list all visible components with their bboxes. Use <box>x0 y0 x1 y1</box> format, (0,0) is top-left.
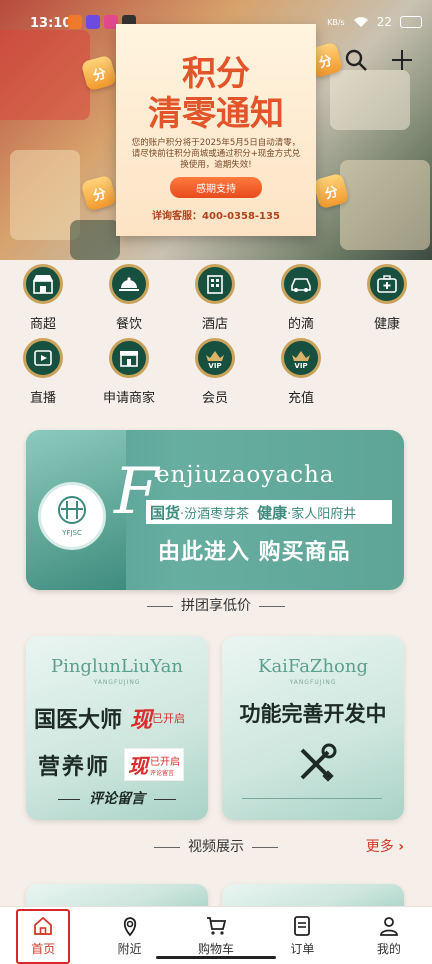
search-icon[interactable] <box>344 48 368 72</box>
card-footer: 评论留言 <box>89 791 145 807</box>
banner-tag-family: ·家人阳府井 <box>287 506 357 522</box>
support-button[interactable]: 感期支持 <box>170 177 262 198</box>
category-label: 健康 <box>373 317 400 332</box>
order-list-icon <box>294 916 311 936</box>
category-item[interactable]: 商超 <box>0 264 86 332</box>
cart-icon <box>207 917 227 935</box>
vip-crown-icon: VIP <box>292 351 310 369</box>
tab-label: 订单 <box>290 942 315 956</box>
more-label: 更多 <box>365 839 394 855</box>
category-label: 的滴 <box>287 317 314 332</box>
tab-mine[interactable]: 我的 <box>346 907 432 964</box>
wrench-screwdriver-icon <box>300 743 337 782</box>
card-line1: 功能完善开发中 <box>239 702 387 726</box>
category-label: 申请商家 <box>102 391 155 406</box>
category-item[interactable]: 直播 <box>0 338 86 406</box>
banner-cta[interactable]: 由此进入 购买商品 <box>158 534 351 566</box>
service-phone: 详询客服：400-0358-135 <box>152 211 280 222</box>
notice-title-line2: 清零通知 <box>148 94 284 134</box>
category-label: 酒店 <box>201 317 228 332</box>
category-item[interactable]: 的滴 <box>258 264 344 332</box>
section-group-buy-header: 拼团享低价 <box>0 595 432 615</box>
banner-heading: enjiuzaoyacha <box>156 462 335 488</box>
card-subtitle: YANGFUJING <box>289 679 337 686</box>
wifi-icon <box>353 17 368 27</box>
card-badge-side: 已开启 <box>152 712 186 725</box>
add-icon[interactable] <box>390 48 414 72</box>
banner-tag-health: 健康 <box>257 503 288 522</box>
gesture-bar <box>156 956 276 959</box>
category-item[interactable]: 酒店 <box>172 264 258 332</box>
live-video-icon <box>34 350 52 366</box>
category-item[interactable]: 健康 <box>344 264 430 332</box>
category-item[interactable]: 申请商家 <box>86 338 172 406</box>
svg-text:VIP: VIP <box>294 362 307 369</box>
home-icon <box>34 916 53 935</box>
dish-cloche-icon <box>119 277 139 291</box>
card-badge-main: 现 <box>130 708 153 733</box>
tab-label: 我的 <box>376 942 401 956</box>
card-line1: 国医大师 <box>34 708 123 733</box>
car-icon <box>291 278 311 292</box>
category-label: 直播 <box>29 391 56 406</box>
hotel-icon <box>207 275 223 294</box>
section-title: 拼团享低价 <box>181 598 251 614</box>
location-pin-icon <box>123 917 136 937</box>
svg-text:VIP: VIP <box>208 362 221 369</box>
tab-label: 购物车 <box>198 942 235 956</box>
category-item[interactable]: VIP 会员 <box>172 338 258 406</box>
card-script-title: PinglunLiuYan <box>50 656 184 677</box>
card-line2: 营养师 <box>38 754 111 780</box>
status-right: KB/s 22 <box>327 15 422 29</box>
category-item[interactable]: VIP 充值 <box>258 338 344 406</box>
hero-banner[interactable]: 13:10 KB/s 22 分 分 分 分 积分 清零通知 您的账户积分将于20… <box>0 0 432 260</box>
app-notification-icon <box>86 15 100 29</box>
section-title: 视频展示 <box>188 839 244 855</box>
card-subtitle: YANGFUJING <box>93 679 141 686</box>
category-label: 餐饮 <box>115 317 142 332</box>
banner-tag-fenjiu: ·汾酒枣芽茶 <box>180 506 250 522</box>
status-time: 13:10 <box>30 16 72 31</box>
net-speed: KB/s <box>327 17 345 27</box>
merchant-shop-icon <box>120 351 138 367</box>
points-notice-poster[interactable]: 积分 清零通知 您的账户积分将于2025年5月5日自动清零，请尽快前往积分商城或… <box>116 24 316 236</box>
user-icon <box>379 917 398 936</box>
tab-home[interactable]: 首页 <box>0 907 86 964</box>
card-badge-main-2: 现 <box>128 754 149 778</box>
medical-kit-icon <box>377 275 397 293</box>
battery-level: 22 <box>376 15 392 29</box>
card-script-title: KaiFaZhong <box>258 656 368 677</box>
notice-title-line1: 积分 <box>182 54 250 94</box>
brand-logo: YFJSC <box>38 482 106 550</box>
battery-icon <box>400 16 422 28</box>
notice-text: 您的账户积分将于2025年5月5日自动清零，请尽快前往积分商城或通过积分+现金方… <box>131 138 301 170</box>
app-notification-icon <box>68 15 82 29</box>
more-link[interactable]: 更多 › <box>366 836 404 856</box>
logo-text: YFJSC <box>62 529 82 537</box>
shop-entry-banner[interactable]: YFJSC F enjiuzaoyacha 国货 ·汾酒枣芽茶 健康 ·家人阳府… <box>26 430 404 590</box>
developing-card[interactable]: KaiFaZhong YANGFUJING 功能完善开发中 <box>222 636 404 820</box>
category-item[interactable]: 餐饮 <box>86 264 172 332</box>
category-label: 充值 <box>287 391 314 406</box>
chevron-right-icon: › <box>398 839 404 855</box>
card-badge-side-2: 已开启 <box>150 756 181 768</box>
banner-tag-guohuo: 国货 <box>150 503 181 522</box>
top-tools <box>344 48 414 72</box>
store-icon <box>33 275 53 294</box>
logo-emblem-icon <box>58 496 86 524</box>
comment-card[interactable]: PinglunLiuYan YANGFUJING 国医大师 现 已开启 营养师 … <box>26 636 208 820</box>
category-label: 商超 <box>29 317 56 332</box>
tab-label: 首页 <box>31 942 56 956</box>
vip-crown-icon: VIP <box>206 351 224 369</box>
category-label: 会员 <box>201 391 228 406</box>
points-coin-icon: 分 <box>80 174 118 212</box>
tab-label: 附近 <box>117 942 142 956</box>
card-badge-small: 评论留言 <box>150 769 175 777</box>
